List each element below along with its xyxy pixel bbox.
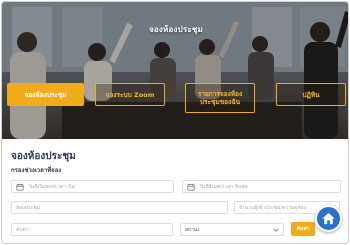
keyword-field[interactable]: [11, 223, 173, 236]
end-date-input[interactable]: [199, 183, 340, 190]
my-bookings-label: รายการจองห้อง ประชุมของฉัน: [197, 90, 243, 106]
home-button[interactable]: [315, 205, 342, 232]
book-room-button[interactable]: จองห้องประชุม: [7, 83, 84, 106]
home-icon: [322, 212, 335, 225]
status-select[interactable]: สถานะ: [180, 223, 284, 236]
hero-banner: จองห้องประชุม จองห้องประชุม จองระบบ Zoom…: [2, 2, 348, 139]
status-select-value: สถานะ: [185, 226, 200, 233]
room-input[interactable]: [16, 204, 227, 211]
form-title: จองห้องประชุม: [11, 151, 76, 162]
end-date-field[interactable]: [182, 180, 341, 193]
room-field[interactable]: [11, 201, 228, 214]
start-date-input[interactable]: [28, 183, 173, 190]
chevron-down-icon: [273, 227, 279, 232]
my-bookings-button[interactable]: รายการจองห้อง ประชุมของฉัน: [185, 83, 255, 113]
calendar-icon: [187, 183, 195, 191]
calendar-button[interactable]: ปฏิทิน: [276, 83, 346, 106]
calendar-icon: [16, 183, 24, 191]
hero-title: จองห้องประชุม: [149, 25, 203, 34]
keyword-input[interactable]: [16, 226, 172, 233]
filter-label: กรองช่วงเวลาที่จอง: [11, 167, 62, 174]
start-date-field[interactable]: [11, 180, 174, 193]
book-zoom-button[interactable]: จองระบบ Zoom: [95, 83, 165, 106]
page-frame: จองห้องประชุม จองห้องประชุม จองระบบ Zoom…: [1, 1, 349, 244]
search-button[interactable]: ค้นหา: [291, 222, 315, 236]
